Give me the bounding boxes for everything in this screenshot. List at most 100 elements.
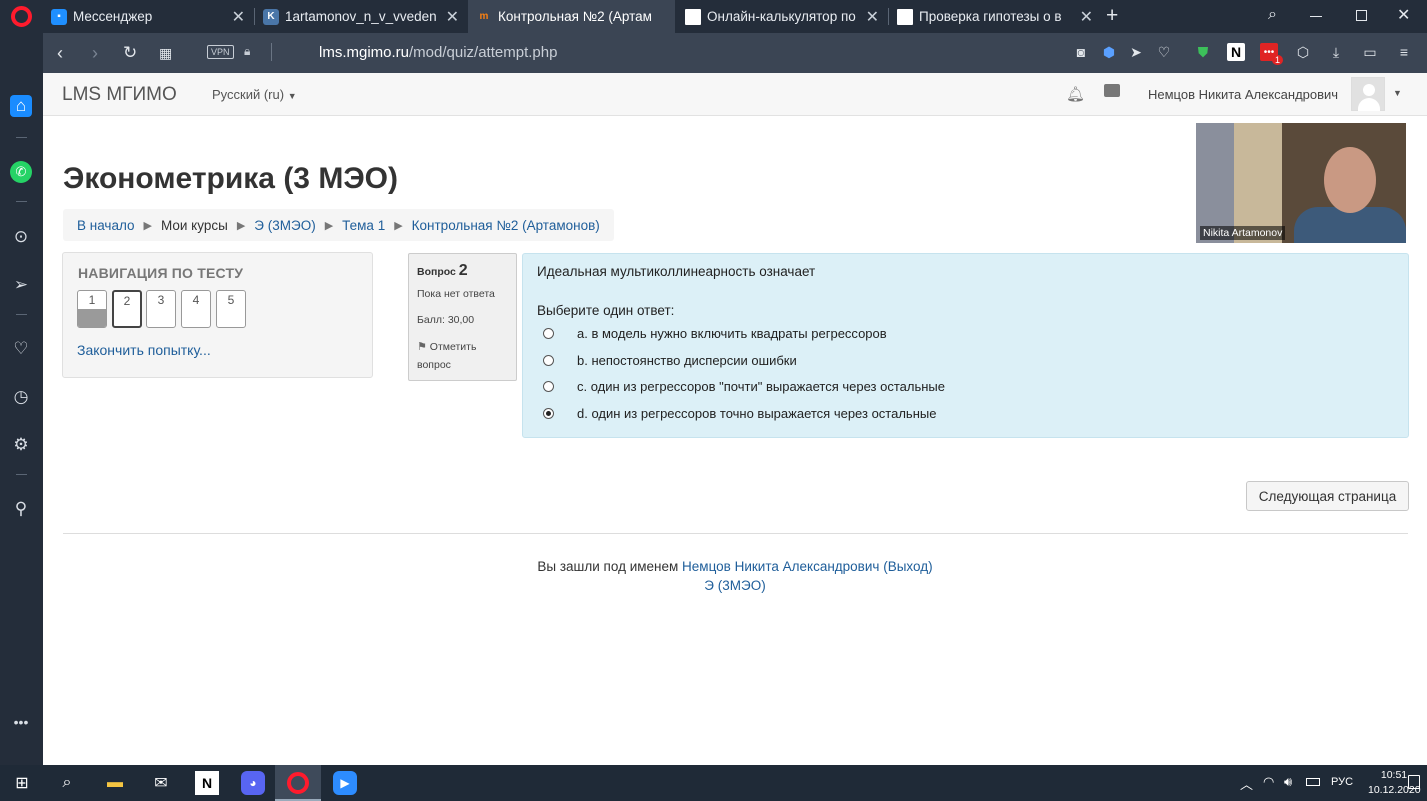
tab-calculator[interactable]: Онлайн-калькулятор по ✕ xyxy=(677,0,887,33)
tab-hypothesis[interactable]: Проверка гипотезы о в ✕ xyxy=(889,0,1101,33)
answer-option-c[interactable]: c. один из регрессоров "почти" выражаетс… xyxy=(543,379,945,394)
footer-course-link[interactable]: Э (3МЭО) xyxy=(704,578,765,593)
home-icon[interactable]: ⌂ xyxy=(10,95,32,117)
lock-icon: 🔒︎ xyxy=(244,44,251,58)
send-sidebar-icon[interactable]: ➢ xyxy=(10,274,32,296)
player-icon[interactable]: ⊙ xyxy=(10,226,32,248)
page-title: Эконометрика (3 МЭО) xyxy=(63,162,398,195)
heart-icon[interactable]: ♡ xyxy=(1155,43,1173,61)
tab-title: Контрольная №2 (Артам xyxy=(498,9,652,24)
answer-option-b[interactable]: b. непостоянство дисперсии ошибки xyxy=(543,353,797,368)
search-icon[interactable]: ⌕ xyxy=(55,771,79,795)
radio-a[interactable] xyxy=(543,328,554,339)
shield-check-icon[interactable]: ⬢ xyxy=(1100,43,1118,61)
flag-question[interactable]: ⚑ Отметить xyxy=(417,340,476,353)
footer-course: Э (3МЭО) xyxy=(0,578,1427,593)
reload-icon[interactable]: ↻ xyxy=(123,43,137,63)
answer-option-a[interactable]: a. в модель нужно включить квадраты регр… xyxy=(543,326,887,341)
windows-start-icon[interactable]: ⊞ xyxy=(10,771,34,795)
notion-icon[interactable]: N xyxy=(1227,43,1245,61)
quiz-navigation-block: НАВИГАЦИЯ ПО ТЕСТУ 1 2 3 4 5 Закончить п… xyxy=(62,252,373,378)
battery-tray-icon[interactable] xyxy=(1306,778,1320,786)
send-icon[interactable]: ➤ xyxy=(1127,43,1145,61)
radio-d[interactable] xyxy=(543,408,554,419)
quiz-nav-question-3[interactable]: 3 xyxy=(146,290,176,328)
avatar[interactable] xyxy=(1351,77,1385,111)
history-icon[interactable]: ◷ xyxy=(10,386,32,408)
breadcrumb-home[interactable]: В начало xyxy=(77,218,135,233)
breadcrumb-course[interactable]: Э (3МЭО) xyxy=(254,218,315,233)
tab-messenger[interactable]: ▪ Мессенджер ✕ xyxy=(43,0,253,33)
user-menu-caret-icon[interactable]: ▼ xyxy=(1393,88,1402,98)
tab-title: Проверка гипотезы о в xyxy=(919,9,1062,24)
mail-icon[interactable]: ✉ xyxy=(149,771,173,795)
discord-icon[interactable]: ◕ xyxy=(241,771,265,795)
radio-b[interactable] xyxy=(543,355,554,366)
back-icon[interactable]: ‹ xyxy=(57,43,63,63)
forward-icon[interactable]: › xyxy=(92,43,98,63)
whatsapp-icon[interactable]: ✆ xyxy=(10,161,32,183)
download-icon[interactable]: ⤓ xyxy=(1327,43,1345,61)
quiz-nav-question-1[interactable]: 1 xyxy=(77,290,107,328)
more-icon[interactable]: ••• xyxy=(10,711,32,733)
close-icon[interactable]: ✕ xyxy=(232,7,245,27)
finish-attempt-link[interactable]: Закончить попытку... xyxy=(77,342,211,358)
next-page-button[interactable]: Следующая страница xyxy=(1246,481,1409,511)
flag-question-label-2[interactable]: вопрос xyxy=(417,359,451,371)
quiz-nav-question-4[interactable]: 4 xyxy=(181,290,211,328)
notification-center-icon[interactable] xyxy=(1408,775,1420,789)
messages-icon[interactable] xyxy=(1104,84,1120,97)
menu-icon[interactable]: ≡ xyxy=(1395,43,1413,61)
logged-in-info: Вы зашли под именем Немцов Никита Алекса… xyxy=(537,559,933,574)
chevron-up-icon[interactable]: ︿ xyxy=(1240,774,1253,793)
answer-prompt: Выберите один ответ: xyxy=(537,303,675,318)
footer-user-link[interactable]: Немцов Никита Александрович xyxy=(682,559,879,574)
settings-icon[interactable]: ⚙ xyxy=(10,434,32,456)
quiz-nav-question-5[interactable]: 5 xyxy=(216,290,246,328)
breadcrumb-separator-icon: ▶ xyxy=(236,219,246,232)
video-call-overlay[interactable]: Nikita Artamonov xyxy=(1196,123,1406,243)
zoom-icon[interactable]: ▶ xyxy=(333,771,357,795)
close-icon[interactable]: ✕ xyxy=(866,7,879,27)
heart-sidebar-icon[interactable]: ♡ xyxy=(10,338,32,360)
wifi-icon[interactable]: ◠ xyxy=(1263,774,1274,790)
cube-icon[interactable]: ⬡ xyxy=(1294,43,1312,61)
file-explorer-icon[interactable]: ▬ xyxy=(103,771,127,795)
tabs-grid-icon[interactable]: ▦ xyxy=(159,43,172,63)
breadcrumb-separator-icon: ▶ xyxy=(143,219,152,232)
breadcrumb-quiz[interactable]: Контрольная №2 (Артамонов) xyxy=(412,218,600,233)
close-window-icon[interactable]: ✕ xyxy=(1397,5,1410,25)
quiz-nav-question-2[interactable]: 2 xyxy=(112,290,142,328)
site-name[interactable]: LMS МГИМО xyxy=(62,84,177,106)
minimize-icon[interactable] xyxy=(1310,16,1322,17)
vpn-badge[interactable]: VPN xyxy=(207,45,234,59)
logout-link[interactable]: (Выход) xyxy=(883,559,932,574)
new-tab-icon[interactable]: + xyxy=(1106,4,1118,28)
caret-down-icon: ▼ xyxy=(287,91,297,101)
url-field[interactable]: lms.mgimo.ru/mod/quiz/attempt.php xyxy=(319,44,557,61)
question-info: Вопрос 2 Пока нет ответа Балл: 30,00 ⚑ О… xyxy=(408,253,517,381)
user-name[interactable]: Немцов Никита Александрович xyxy=(1148,87,1338,102)
tab-quiz[interactable]: m Контрольная №2 (Артам xyxy=(468,0,675,33)
lightbulb-icon[interactable]: ⚲ xyxy=(10,498,32,520)
notifications-bell-icon[interactable]: 🔔︎ xyxy=(1066,85,1085,103)
radio-c[interactable] xyxy=(543,381,554,392)
question-status: Пока нет ответа xyxy=(417,288,495,300)
adblock-shield-icon[interactable]: ⛊ xyxy=(1194,43,1212,61)
search-tabs-icon[interactable]: ⌕ xyxy=(1268,6,1277,24)
volume-icon[interactable]: 🔊︎ xyxy=(1284,774,1292,790)
close-icon[interactable]: ✕ xyxy=(446,7,459,27)
battery-icon[interactable]: ▭ xyxy=(1361,43,1379,61)
breadcrumb-topic[interactable]: Тема 1 xyxy=(342,218,385,233)
camera-icon[interactable]: ◙ xyxy=(1072,43,1090,61)
tab-vk[interactable]: K 1artamonov_n_v_vveden ✕ xyxy=(255,0,467,33)
maximize-icon[interactable] xyxy=(1356,10,1367,21)
input-language[interactable]: РУС xyxy=(1331,776,1353,788)
notion-taskbar-icon[interactable]: N xyxy=(195,771,219,795)
close-icon[interactable]: ✕ xyxy=(1080,7,1093,27)
opera-menu-icon[interactable] xyxy=(11,6,32,27)
answer-option-d[interactable]: d. один из регрессоров точно выражается … xyxy=(543,406,936,421)
language-menu[interactable]: Русский (ru) ▼ xyxy=(212,87,297,102)
breadcrumb-separator-icon: ▶ xyxy=(394,219,403,232)
messenger-icon: ▪ xyxy=(51,8,67,25)
